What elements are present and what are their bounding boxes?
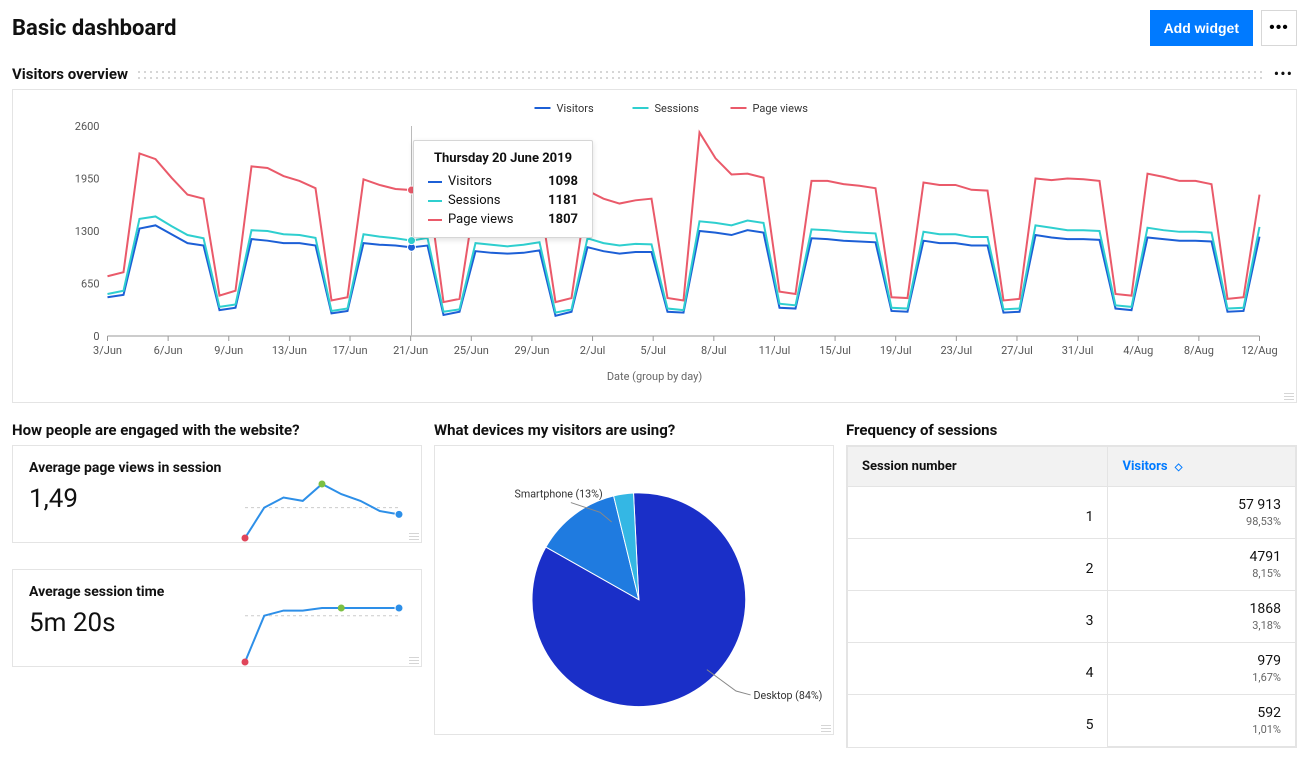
sparkline <box>237 600 407 670</box>
svg-text:2600: 2600 <box>75 120 100 133</box>
widget-title: Frequency of sessions <box>846 421 997 439</box>
resize-grip-icon[interactable] <box>407 652 419 664</box>
svg-text:3/Jun: 3/Jun <box>93 344 122 357</box>
svg-text:19/Jul: 19/Jul <box>880 344 912 357</box>
svg-text:Desktop (84%): Desktop (84%) <box>753 689 822 702</box>
table-row[interactable]: 4979 <box>848 643 1296 672</box>
svg-text:13/Jun: 13/Jun <box>272 344 307 357</box>
widget-title: What devices my visitors are using? <box>434 421 675 439</box>
resize-grip-icon[interactable] <box>819 720 831 732</box>
svg-text:6/Jun: 6/Jun <box>154 344 183 357</box>
svg-text:12/Aug: 12/Aug <box>1241 344 1277 357</box>
add-widget-button[interactable]: Add widget <box>1150 10 1253 46</box>
devices-pie-panel: Smartphone (13%) Desktop (84%) <box>434 445 834 735</box>
widget-header-devices: What devices my visitors are using? <box>434 421 834 439</box>
table-row[interactable]: 31868 <box>848 591 1296 620</box>
svg-text:15/Jul: 15/Jul <box>819 344 851 357</box>
stat-avg-pageviews: Average page views in session 1,49 <box>12 445 422 543</box>
header-more-button[interactable]: ••• <box>1261 10 1297 46</box>
header-actions: Add widget ••• <box>1150 10 1297 46</box>
devices-pie-chart[interactable]: Smartphone (13%) Desktop (84%) <box>443 454 825 726</box>
svg-text:0: 0 <box>93 330 99 343</box>
resize-grip-icon[interactable] <box>407 528 419 540</box>
header-label: Visitors <box>1122 459 1167 474</box>
svg-text:2/Jul: 2/Jul <box>580 344 606 357</box>
tooltip-row: Sessions1181 <box>428 191 578 210</box>
sort-icon: ◇ <box>1175 462 1183 473</box>
page-header: Basic dashboard Add widget ••• <box>12 10 1297 46</box>
svg-text:Page views: Page views <box>753 102 809 115</box>
svg-text:Visitors: Visitors <box>557 102 595 115</box>
table-header-visitors[interactable]: Visitors ◇ <box>1108 447 1296 487</box>
overview-chart-panel: Visitors Sessions Page views 0 650 1300 1950 26… <box>12 89 1297 403</box>
widget-title: Visitors overview <box>12 65 128 83</box>
widget-title: How people are engaged with the website? <box>12 421 300 439</box>
frequency-table: Session number Visitors ◇ 157 91398,53%2… <box>847 446 1296 747</box>
svg-text:31/Jul: 31/Jul <box>1062 344 1094 357</box>
svg-text:8/Jul: 8/Jul <box>701 344 727 357</box>
table-row[interactable]: 5592 <box>848 695 1296 724</box>
svg-text:23/Jul: 23/Jul <box>940 344 972 357</box>
table-row[interactable]: 157 913 <box>848 487 1296 516</box>
svg-text:29/Jun: 29/Jun <box>514 344 549 357</box>
stat-avg-session-time: Average session time 5m 20s <box>12 569 422 667</box>
widget-header-overview: Visitors overview ••• <box>12 64 1297 83</box>
svg-text:Sessions: Sessions <box>655 102 700 115</box>
svg-text:Smartphone (13%): Smartphone (13%) <box>515 488 603 501</box>
svg-text:650: 650 <box>81 278 100 291</box>
widget-header-engagement: How people are engaged with the website? <box>12 421 422 439</box>
table-header-session-number[interactable]: Session number <box>848 447 1108 487</box>
tooltip-title: Thursday 20 June 2019 <box>428 151 578 166</box>
svg-text:17/Jun: 17/Jun <box>332 344 367 357</box>
chart-tooltip: Thursday 20 June 2019 Visitors1098Sessio… <box>413 140 593 238</box>
table-row[interactable]: 24791 <box>848 539 1296 568</box>
svg-text:1300: 1300 <box>75 225 100 238</box>
more-icon: ••• <box>1269 19 1289 37</box>
svg-text:1950: 1950 <box>75 173 100 186</box>
svg-text:Date (group by day): Date (group by day) <box>607 370 703 383</box>
svg-text:9/Jun: 9/Jun <box>214 344 243 357</box>
svg-text:11/Jul: 11/Jul <box>759 344 791 357</box>
svg-text:4/Aug: 4/Aug <box>1123 344 1153 357</box>
svg-text:5/Jul: 5/Jul <box>640 344 666 357</box>
widget-header-frequency: Frequency of sessions <box>846 421 1297 439</box>
overview-line-chart[interactable]: Visitors Sessions Page views 0 650 1300 1950 26… <box>23 96 1286 386</box>
svg-text:21/Jun: 21/Jun <box>393 344 428 357</box>
page-title: Basic dashboard <box>12 16 176 41</box>
svg-text:25/Jun: 25/Jun <box>454 344 489 357</box>
frequency-table-panel: Session number Visitors ◇ 157 91398,53%2… <box>846 445 1297 748</box>
tooltip-row: Visitors1098 <box>428 172 578 191</box>
stat-label: Average page views in session <box>29 460 405 476</box>
svg-text:27/Jul: 27/Jul <box>1001 344 1033 357</box>
svg-text:8/Aug: 8/Aug <box>1184 344 1214 357</box>
sparkline <box>237 476 407 546</box>
drag-handle[interactable] <box>136 69 1262 79</box>
resize-grip-icon[interactable] <box>1282 388 1294 400</box>
tooltip-row: Page views1807 <box>428 210 578 229</box>
stat-label: Average session time <box>29 584 405 600</box>
widget-more-button[interactable]: ••• <box>1270 64 1297 83</box>
